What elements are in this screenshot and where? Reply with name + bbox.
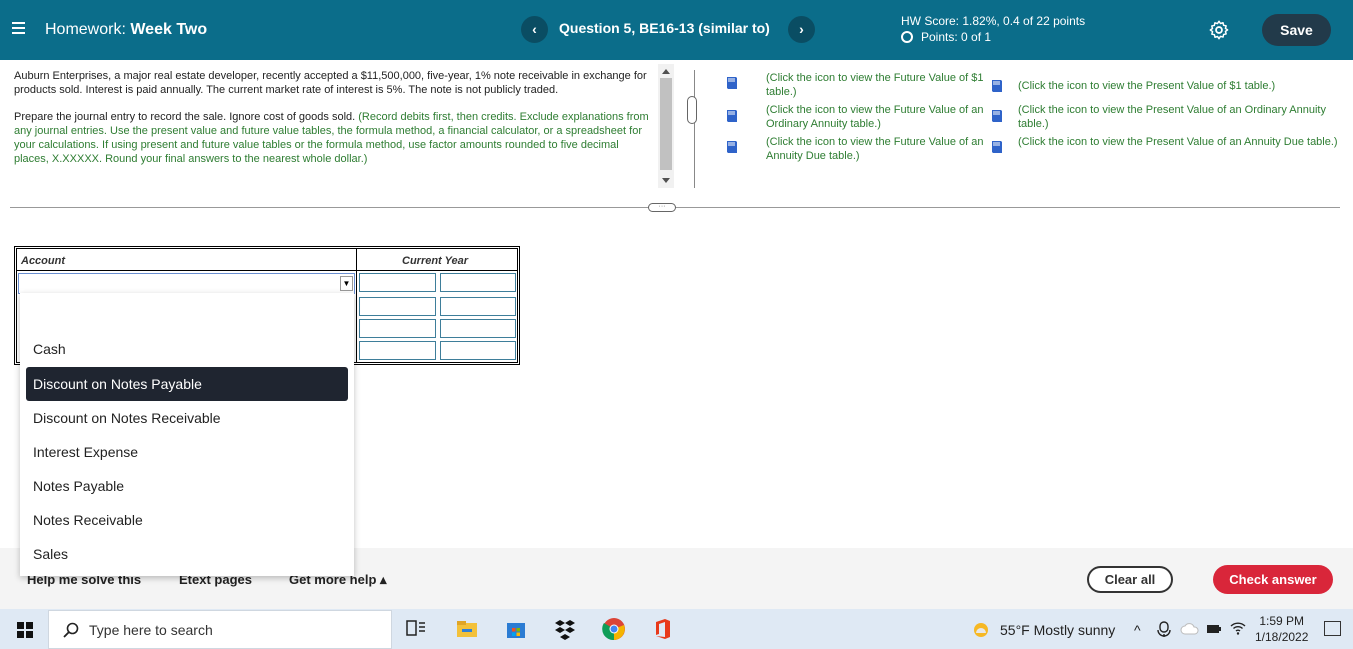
scroll-thumb[interactable] (660, 78, 672, 170)
dropdown-option[interactable]: Notes Receivable (26, 503, 348, 537)
debit-input[interactable] (359, 273, 436, 292)
pv-annuity-due-link[interactable]: (Click the icon to view the Present Valu… (1018, 135, 1338, 149)
notification-icon[interactable] (1324, 621, 1341, 636)
fv-annuity-due-link[interactable]: (Click the icon to view the Future Value… (766, 135, 986, 163)
clock-date: 1/18/2022 (1255, 630, 1309, 644)
dropdown-arrow-icon[interactable]: ▼ (340, 276, 353, 291)
clear-all-button[interactable]: Clear all (1087, 566, 1173, 593)
gear-icon[interactable] (1208, 19, 1230, 41)
question-instructions: Prepare the journal entry to record the … (14, 110, 656, 166)
resize-handle-vertical[interactable] (687, 96, 697, 124)
current-year-header: Current Year (402, 255, 469, 267)
question-paragraph: Auburn Enterprises, a major real estate … (14, 70, 647, 96)
points-text: Points: 0 of 1 (921, 30, 992, 44)
debit-input[interactable] (359, 319, 436, 338)
dropdown-option[interactable]: Notes Payable (26, 469, 348, 503)
pv-1-link[interactable]: (Click the icon to view the Present Valu… (1018, 79, 1338, 93)
office-icon[interactable] (651, 617, 675, 641)
check-answer-button[interactable]: Check answer (1213, 565, 1333, 594)
homework-prefix: Homework: (45, 21, 126, 38)
book-icon[interactable] (989, 78, 1005, 94)
taskbar-clock[interactable]: 1:59 PM 1/18/2022 (1255, 613, 1308, 645)
credit-input[interactable] (440, 297, 516, 316)
weather-text[interactable]: 55°F Mostly sunny (1000, 622, 1115, 638)
credit-input[interactable] (440, 341, 516, 360)
battery-icon[interactable] (1206, 623, 1222, 635)
onedrive-icon[interactable] (1180, 623, 1200, 635)
chevron-right-icon: › (799, 21, 804, 37)
panel-divider (694, 70, 695, 188)
scroll-up-arrow-icon[interactable] (662, 69, 670, 74)
prev-question-button[interactable]: ‹ (521, 16, 548, 43)
chrome-icon[interactable] (602, 617, 626, 641)
account-select[interactable]: ▼ (18, 273, 355, 294)
top-bar: Homework: Week Two ‹ Question 5, BE16-13… (0, 0, 1353, 60)
account-dropdown-list: Cash Discount on Notes Payable Discount … (20, 293, 354, 576)
question-scrollbar[interactable] (658, 64, 674, 188)
book-icon[interactable] (724, 139, 740, 155)
dropbox-icon[interactable] (553, 617, 577, 641)
hamburger-icon[interactable] (12, 22, 25, 34)
store-icon[interactable] (504, 617, 528, 641)
book-icon[interactable] (989, 139, 1005, 155)
dropdown-option[interactable]: Cash (26, 332, 348, 366)
dropdown-option[interactable]: Interest Expense (26, 435, 348, 469)
resize-handle-horizontal[interactable]: ··· (648, 203, 676, 212)
book-icon[interactable] (989, 108, 1005, 124)
app-window: Homework: Week Two ‹ Question 5, BE16-13… (0, 0, 1353, 649)
pv-ordinary-annuity-link[interactable]: (Click the icon to view the Present Valu… (1018, 103, 1338, 131)
weather-sun-icon[interactable] (972, 621, 990, 639)
instruction-lead: Prepare the journal entry to record the … (14, 111, 356, 123)
question-text: Auburn Enterprises, a major real estate … (14, 69, 656, 179)
search-icon (63, 622, 79, 638)
credit-input[interactable] (440, 319, 516, 338)
hw-score: HW Score: 1.82%, 0.4 of 22 points (901, 14, 1086, 28)
taskbar-search-input[interactable]: Type here to search (48, 610, 392, 649)
book-icon[interactable] (724, 75, 740, 91)
search-placeholder: Type here to search (89, 622, 213, 638)
file-explorer-icon[interactable] (455, 617, 479, 641)
save-button[interactable]: Save (1262, 14, 1331, 46)
windows-start-icon[interactable] (17, 622, 33, 638)
dropdown-option-highlighted[interactable]: Discount on Notes Payable (26, 367, 348, 401)
chevron-up-icon[interactable]: ^ (1134, 622, 1141, 638)
scroll-down-arrow-icon[interactable] (662, 178, 670, 183)
debit-input[interactable] (359, 341, 436, 360)
credit-input[interactable] (440, 273, 516, 292)
progress-ring-icon (901, 31, 913, 43)
header-divider (16, 270, 518, 271)
fv-ordinary-annuity-link[interactable]: (Click the icon to view the Future Value… (766, 103, 986, 131)
clock-time: 1:59 PM (1259, 614, 1305, 628)
homework-title: Homework: Week Two (45, 21, 207, 39)
points-status: Points: 0 of 1 (901, 30, 991, 44)
chevron-left-icon: ‹ (532, 21, 537, 37)
fv-1-link[interactable]: (Click the icon to view the Future Value… (766, 71, 986, 99)
dropdown-option[interactable]: Discount on Notes Receivable (26, 401, 348, 435)
question-title: Question 5, BE16-13 (similar to) (559, 20, 770, 36)
column-divider (356, 248, 357, 363)
book-icon[interactable] (724, 108, 740, 124)
wifi-icon[interactable] (1230, 621, 1246, 635)
task-view-icon[interactable] (404, 617, 428, 641)
debit-input[interactable] (359, 297, 436, 316)
meet-now-icon[interactable] (1157, 621, 1171, 637)
dropdown-option[interactable]: Sales (26, 537, 348, 571)
next-question-button[interactable]: › (788, 16, 815, 43)
account-header: Account (21, 255, 65, 267)
homework-name: Week Two (130, 21, 208, 38)
